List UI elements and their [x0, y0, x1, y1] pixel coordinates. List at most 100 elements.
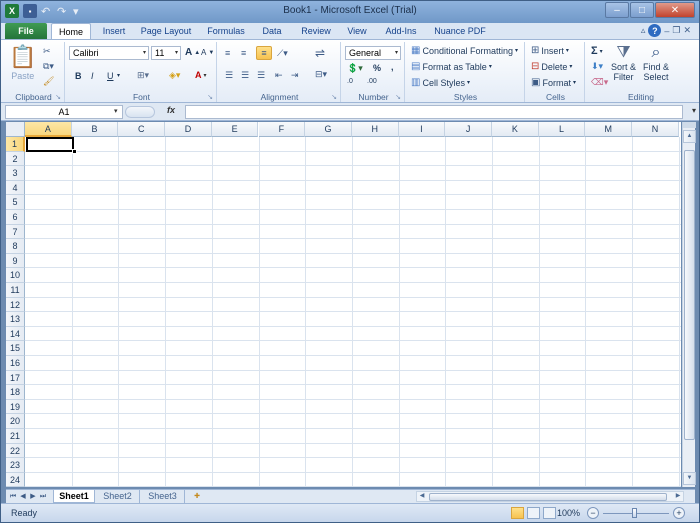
formula-bar-splitter[interactable] — [125, 106, 155, 118]
format-cells-button[interactable]: ▣ Format ▾ — [531, 77, 576, 88]
increase-decimal-button[interactable]: .0 — [347, 78, 353, 85]
tab-page-layout[interactable]: Page Layout — [138, 23, 194, 39]
workbook-minimize-icon[interactable]: – — [664, 26, 669, 36]
minimize-button[interactable]: – — [605, 2, 629, 18]
borders-icon[interactable]: ⊞▾ — [137, 70, 149, 81]
shrink-font-button[interactable]: A ▼ — [201, 48, 214, 57]
column-header-k[interactable]: K — [492, 122, 539, 137]
column-header-l[interactable]: L — [538, 122, 586, 137]
column-header-e[interactable]: E — [211, 122, 259, 137]
zoom-out-button[interactable]: − — [587, 507, 599, 519]
column-header-n[interactable]: N — [632, 122, 679, 137]
row-header-8[interactable]: 8 — [6, 239, 25, 254]
insert-sheet-icon[interactable]: ✚ — [190, 491, 204, 502]
tab-view[interactable]: View — [343, 23, 371, 39]
row-header-11[interactable]: 11 — [6, 283, 25, 298]
vertical-scrollbar[interactable]: ▲ ▼ — [682, 122, 696, 487]
tab-add-ins[interactable]: Add-Ins — [381, 23, 421, 39]
row-header-2[interactable]: 2 — [6, 151, 25, 167]
name-box-dropdown-icon[interactable]: ▾ — [114, 107, 118, 115]
insert-function-button[interactable]: fx — [167, 105, 175, 115]
horizontal-scrollbar[interactable]: ◀ ▶ — [416, 491, 684, 502]
row-header-13[interactable]: 13 — [6, 312, 25, 327]
help-icon[interactable]: ? — [648, 24, 662, 37]
row-header-12[interactable]: 12 — [6, 297, 25, 313]
cell-styles-button[interactable]: ▥ Cell Styles ▾ — [411, 77, 470, 88]
zoom-level[interactable]: 100% — [557, 508, 580, 518]
sheet-tab-sheet2[interactable]: Sheet2 — [96, 490, 140, 503]
scroll-right-button[interactable]: ▶ — [673, 492, 683, 501]
copy-icon[interactable]: ⧉▾ — [43, 61, 54, 72]
number-launcher-icon[interactable]: ↘ — [395, 93, 401, 101]
row-header-4[interactable]: 4 — [6, 180, 25, 196]
wrap-text-icon[interactable]: ⇌ — [315, 46, 325, 60]
first-sheet-icon[interactable]: ⏮ — [8, 491, 18, 502]
last-sheet-icon[interactable]: ⏭ — [38, 491, 48, 502]
column-header-j[interactable]: J — [445, 122, 492, 137]
decrease-indent-icon[interactable]: ⇤ — [275, 70, 283, 81]
underline-dropdown-icon[interactable]: ▾ — [117, 72, 120, 79]
percent-button[interactable]: % — [373, 63, 381, 73]
row-header-14[interactable]: 14 — [6, 326, 25, 342]
tab-home[interactable]: Home — [51, 23, 91, 39]
column-header-m[interactable]: M — [585, 122, 633, 137]
row-header-9[interactable]: 9 — [6, 253, 25, 269]
increase-indent-icon[interactable]: ⇥ — [291, 70, 299, 81]
clear-icon[interactable]: ⌫▾ — [591, 77, 608, 88]
expand-formula-bar-icon[interactable]: ▾ — [692, 106, 696, 115]
italic-button[interactable]: I — [91, 71, 94, 81]
tab-formulas[interactable]: Formulas — [203, 23, 249, 39]
conditional-formatting-button[interactable]: ▦ Conditional Formatting ▾ — [411, 45, 518, 56]
row-header-17[interactable]: 17 — [6, 370, 25, 386]
fill-handle[interactable] — [72, 149, 77, 154]
autosum-button[interactable]: Σ ▾ — [591, 45, 603, 57]
close-button[interactable]: ✕ — [655, 2, 695, 18]
row-header-6[interactable]: 6 — [6, 210, 25, 225]
select-all-button[interactable] — [6, 122, 25, 137]
row-header-5[interactable]: 5 — [6, 195, 25, 210]
row-header-22[interactable]: 22 — [6, 443, 25, 459]
middle-align-icon[interactable]: ≡ — [241, 48, 246, 58]
column-header-h[interactable]: H — [351, 122, 399, 137]
sheet-tab-sheet3[interactable]: Sheet3 — [141, 490, 185, 503]
align-left-icon[interactable]: ☰ — [225, 70, 233, 81]
zoom-slider-thumb[interactable] — [632, 508, 637, 518]
page-break-view-button[interactable] — [543, 507, 556, 519]
active-cell-a1[interactable] — [26, 137, 74, 152]
row-header-23[interactable]: 23 — [6, 458, 25, 473]
row-header-15[interactable]: 15 — [6, 341, 25, 356]
column-header-c[interactable]: C — [118, 122, 166, 137]
workbook-close-icon[interactable]: ✕ — [683, 25, 691, 36]
bold-button[interactable]: B — [75, 71, 82, 81]
merge-center-icon[interactable]: ⊟▾ — [315, 69, 327, 80]
cut-icon[interactable]: ✂ — [43, 46, 51, 57]
column-header-i[interactable]: I — [398, 122, 446, 137]
format-painter-icon[interactable]: 🖌 — [43, 76, 54, 87]
tab-review[interactable]: Review — [297, 23, 335, 39]
horizontal-scroll-thumb[interactable] — [429, 493, 667, 501]
row-header-16[interactable]: 16 — [6, 356, 25, 371]
sort-filter-button[interactable]: ⧩ Sort & Filter — [611, 44, 636, 82]
workbook-restore-icon[interactable]: ❐ — [672, 25, 680, 36]
scroll-down-button[interactable]: ▼ — [683, 472, 696, 485]
row-header-24[interactable]: 24 — [6, 472, 25, 487]
fill-color-icon[interactable]: ◈▾ — [169, 70, 180, 81]
scroll-left-button[interactable]: ◀ — [417, 492, 427, 501]
zoom-in-button[interactable]: + — [673, 507, 685, 519]
row-header-1[interactable]: 1 — [6, 137, 25, 152]
row-header-3[interactable]: 3 — [6, 166, 25, 181]
row-header-20[interactable]: 20 — [6, 414, 25, 429]
scroll-up-button[interactable]: ▲ — [683, 130, 696, 143]
formula-input[interactable] — [185, 105, 683, 119]
column-header-g[interactable]: G — [305, 122, 352, 137]
column-header-b[interactable]: B — [71, 122, 119, 137]
fill-icon[interactable]: ⬇▾ — [591, 61, 603, 72]
normal-view-button[interactable] — [511, 507, 524, 519]
page-layout-view-button[interactable] — [527, 507, 540, 519]
prev-sheet-icon[interactable]: ◀ — [18, 491, 28, 502]
delete-cells-button[interactable]: ⊟ Delete ▾ — [531, 61, 572, 72]
accounting-format-icon[interactable]: 💲▾ — [347, 63, 363, 74]
font-size-select[interactable]: 11 ▾ — [151, 46, 181, 60]
grow-font-button[interactable]: A ▲ — [185, 47, 200, 58]
tab-nuance-pdf[interactable]: Nuance PDF — [431, 23, 489, 39]
